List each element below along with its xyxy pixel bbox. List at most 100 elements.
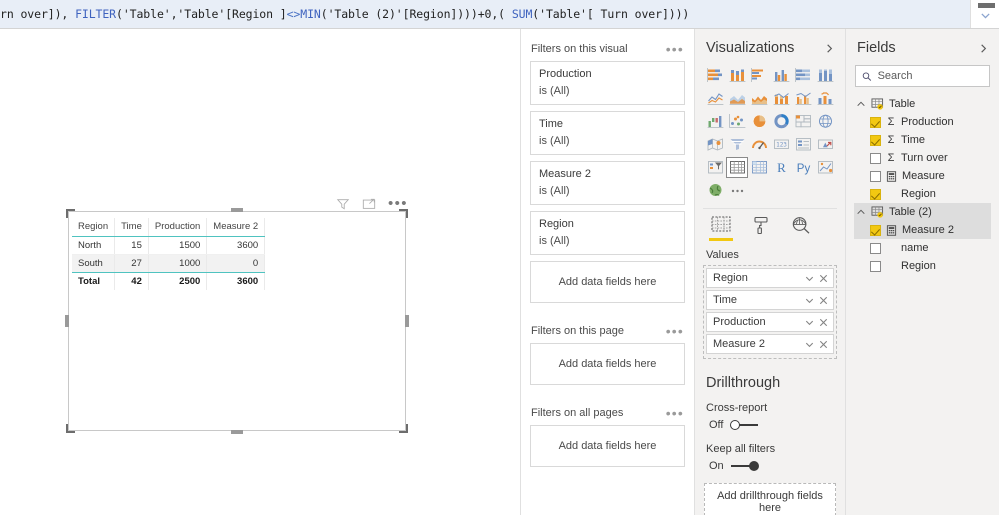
remove-field-icon[interactable] bbox=[818, 339, 829, 350]
values-well[interactable]: Region Time Production Measure 2 bbox=[703, 265, 837, 359]
stacked-column-chart-icon[interactable] bbox=[726, 65, 748, 86]
more-options-icon[interactable]: ••• bbox=[388, 196, 408, 211]
more-visuals-icon[interactable] bbox=[726, 180, 748, 201]
filter-dropzone[interactable]: Add data fields here bbox=[530, 425, 685, 467]
dax-formula-bar[interactable]: rn over]), FILTER('Table','Table'[Region… bbox=[0, 0, 999, 29]
arcgis-map-icon[interactable] bbox=[704, 180, 726, 201]
report-canvas[interactable]: ••• Region Time Production Measure 2 North 1… bbox=[0, 29, 521, 515]
fields-pane[interactable]: Fields Table Σ Production Σ Time Σ Turn over Me… bbox=[846, 29, 999, 515]
selection-corner-bottom-right[interactable] bbox=[399, 424, 408, 433]
donut-chart-icon[interactable] bbox=[770, 111, 792, 132]
drillthrough-dropzone[interactable]: Add drillthrough fields here bbox=[704, 483, 836, 515]
stacked-bar-chart-icon[interactable] bbox=[704, 65, 726, 86]
line-stacked-column-chart-icon[interactable] bbox=[770, 88, 792, 109]
visualization-type-gallery[interactable]: 123 ▲ R Py bbox=[703, 65, 837, 201]
card-icon[interactable]: 123 bbox=[770, 134, 792, 155]
visualizations-pane[interactable]: Visualizations 123 ▲ R Py Values Region … bbox=[695, 29, 846, 515]
table-row[interactable]: North 15 1500 3600 bbox=[72, 236, 266, 255]
values-well-item[interactable]: Region bbox=[706, 268, 834, 288]
matrix-icon[interactable] bbox=[748, 157, 770, 178]
keep-all-filters-toggle-row[interactable]: On bbox=[703, 457, 837, 481]
formula-bar-controls[interactable] bbox=[970, 0, 999, 28]
tab-analytics[interactable] bbox=[789, 216, 813, 240]
fields-field-row[interactable]: Σ Turn over bbox=[854, 149, 991, 167]
ribbon-chart-icon[interactable] bbox=[814, 88, 836, 109]
area-chart-icon[interactable] bbox=[726, 88, 748, 109]
filter-dropzone[interactable]: Add data fields here bbox=[530, 343, 685, 385]
multi-row-card-icon[interactable] bbox=[792, 134, 814, 155]
values-well-item[interactable]: Measure 2 bbox=[706, 334, 834, 354]
resize-handle-top[interactable] bbox=[231, 208, 243, 212]
field-checkbox[interactable] bbox=[870, 260, 881, 272]
filter-card[interactable]: Time is (All) bbox=[530, 111, 685, 155]
field-checkbox[interactable] bbox=[870, 224, 881, 236]
resize-handle-bottom[interactable] bbox=[231, 430, 243, 434]
chevron-down-icon[interactable] bbox=[804, 317, 815, 328]
fields-field-row[interactable]: Measure bbox=[854, 167, 991, 185]
resize-handle-right[interactable] bbox=[405, 315, 409, 327]
py-script-visual-icon[interactable]: Py bbox=[792, 157, 814, 178]
field-checkbox[interactable] bbox=[870, 188, 881, 200]
selected-visual-container[interactable]: Region Time Production Measure 2 North 15 150… bbox=[65, 208, 409, 434]
visualization-settings-tabs[interactable] bbox=[703, 209, 837, 241]
chevron-down-icon[interactable] bbox=[804, 295, 815, 306]
filter-card[interactable]: Production is (All) bbox=[530, 61, 685, 105]
remove-field-icon[interactable] bbox=[818, 317, 829, 328]
filters-section-more-icon[interactable]: ••• bbox=[666, 324, 684, 338]
field-checkbox[interactable] bbox=[870, 134, 881, 146]
table-icon[interactable] bbox=[726, 157, 748, 178]
table-column-header[interactable]: Production bbox=[148, 218, 208, 237]
fields-field-row[interactable]: name bbox=[854, 239, 991, 257]
values-well-item[interactable]: Time bbox=[706, 290, 834, 310]
cross-report-toggle[interactable] bbox=[730, 419, 759, 431]
r-script-visual-icon[interactable]: R bbox=[770, 157, 792, 178]
waterfall-chart-icon[interactable] bbox=[704, 111, 726, 132]
remove-field-icon[interactable] bbox=[818, 295, 829, 306]
chevron-right-icon[interactable] bbox=[978, 43, 989, 54]
table-column-header[interactable]: Time bbox=[114, 218, 149, 237]
filter-card[interactable]: Region is (All) bbox=[530, 211, 685, 255]
filled-map-icon[interactable] bbox=[704, 134, 726, 155]
slicer-icon[interactable] bbox=[704, 157, 726, 178]
filter-icon[interactable] bbox=[336, 197, 350, 211]
resize-handle-left[interactable] bbox=[65, 315, 69, 327]
filter-card[interactable]: Measure 2 is (All) bbox=[530, 161, 685, 205]
table-row[interactable]: South 27 1000 0 bbox=[72, 254, 266, 273]
fields-field-row[interactable]: Region bbox=[854, 185, 991, 203]
filters-pane[interactable]: Filters on this visual ••• Production is (A… bbox=[521, 29, 695, 515]
chevron-right-icon[interactable] bbox=[824, 43, 835, 54]
selection-corner-top-left[interactable] bbox=[66, 209, 75, 218]
map-icon[interactable] bbox=[814, 111, 836, 132]
funnel-icon[interactable] bbox=[726, 134, 748, 155]
field-checkbox[interactable] bbox=[870, 116, 881, 128]
chevron-down-icon[interactable] bbox=[980, 10, 991, 21]
stacked-area-chart-icon[interactable] bbox=[748, 88, 770, 109]
selection-corner-bottom-left[interactable] bbox=[66, 424, 75, 433]
fields-table-node[interactable]: Table bbox=[854, 95, 991, 113]
gauge-icon[interactable] bbox=[748, 134, 770, 155]
table-visual[interactable]: Region Time Production Measure 2 North 15 150… bbox=[68, 211, 406, 431]
search-input[interactable] bbox=[877, 70, 983, 82]
100-stacked-bar-chart-icon[interactable] bbox=[792, 65, 814, 86]
fields-field-row[interactable]: Measure 2 bbox=[854, 221, 991, 239]
chevron-down-icon[interactable] bbox=[804, 339, 815, 350]
table-column-header[interactable]: Measure 2 bbox=[206, 218, 266, 237]
key-influencers-icon[interactable] bbox=[814, 157, 836, 178]
tab-format[interactable] bbox=[749, 216, 773, 240]
cross-report-toggle-row[interactable]: Off bbox=[703, 416, 837, 440]
fields-field-row[interactable]: Σ Production bbox=[854, 113, 991, 131]
table-column-header[interactable]: Region bbox=[72, 218, 116, 237]
fields-tree[interactable]: Table Σ Production Σ Time Σ Turn over Measure Re… bbox=[854, 95, 991, 275]
100-stacked-column-chart-icon[interactable] bbox=[814, 65, 836, 86]
clustered-bar-chart-icon[interactable] bbox=[748, 65, 770, 86]
tab-fields[interactable] bbox=[709, 216, 733, 241]
treemap-icon[interactable] bbox=[792, 111, 814, 132]
line-clustered-column-chart-icon[interactable] bbox=[792, 88, 814, 109]
remove-field-icon[interactable] bbox=[818, 273, 829, 284]
visual-header-toolbar[interactable]: ••• bbox=[336, 196, 408, 211]
values-well-item[interactable]: Production bbox=[706, 312, 834, 332]
filter-dropzone[interactable]: Add data fields here bbox=[530, 261, 685, 303]
fields-search-box[interactable] bbox=[855, 65, 990, 87]
table-visual-grid[interactable]: Region Time Production Measure 2 North 15 150… bbox=[72, 218, 266, 290]
chevron-up-icon[interactable] bbox=[856, 207, 866, 217]
